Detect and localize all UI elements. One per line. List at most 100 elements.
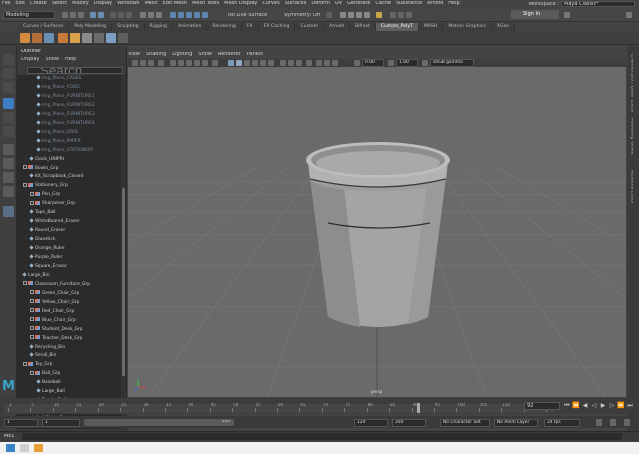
menu-help[interactable]: Help — [448, 1, 459, 6]
command-input[interactable] — [22, 433, 622, 440]
outliner-row[interactable]: Tape_Ball — [17, 209, 119, 217]
render-frame-icon[interactable] — [340, 12, 346, 18]
outliner-row[interactable]: Gluestick — [17, 236, 119, 244]
outliner-row[interactable]: Student_Desk_Grp — [17, 326, 119, 334]
outliner-row[interactable]: Stationery_Grp — [17, 182, 119, 190]
ipr-render-icon[interactable] — [348, 12, 354, 18]
menu-cache[interactable]: Cache — [375, 1, 391, 6]
move-tool-icon[interactable] — [3, 98, 14, 109]
outliner-row[interactable]: Classroom_Furniture_Grp — [17, 281, 119, 289]
wireframe-icon[interactable] — [228, 60, 234, 66]
outliner-menu-show[interactable]: Show — [45, 57, 59, 62]
shelf-tab-sculpting[interactable]: Sculpting — [112, 23, 145, 31]
wireframe-on-shaded-icon[interactable] — [244, 60, 250, 66]
shelf-bevel-icon[interactable] — [94, 33, 104, 43]
animation-start-field[interactable]: 1 — [4, 419, 38, 427]
expand-toggle-icon[interactable] — [30, 299, 34, 304]
outliner-row[interactable]: Books_Grp — [17, 165, 119, 173]
outliner-row[interactable]: Clock_UNIPRI — [17, 155, 119, 164]
shelf-cylinder-icon[interactable] — [44, 33, 54, 43]
shelf-tab-custom-polyt[interactable]: Custom_PolyT — [375, 23, 419, 31]
exposure-field[interactable]: 0.00 — [362, 59, 384, 67]
tab-attribute-editor[interactable]: Attribute Editor — [629, 170, 633, 204]
toggle-panel-icon[interactable] — [390, 12, 396, 18]
menu-mesh[interactable]: Mesh — [144, 1, 157, 6]
menu-uv[interactable]: UV — [335, 1, 342, 6]
menu-windows[interactable]: Windows — [117, 1, 139, 6]
menu-substance[interactable]: Substance — [396, 1, 422, 6]
sign-in-button[interactable]: Sign In — [511, 10, 559, 19]
expand-toggle-icon[interactable] — [30, 370, 34, 375]
layout-custom-icon[interactable] — [3, 206, 14, 217]
anti-aliasing-icon[interactable] — [296, 60, 302, 66]
settings-icon[interactable] — [626, 12, 632, 18]
go-to-start-icon[interactable]: ⏮ — [563, 402, 571, 410]
textured-icon[interactable] — [252, 60, 258, 66]
outliner-row[interactable]: Img_Plane_FOOD — [17, 84, 119, 92]
outliner-row[interactable]: Pen_Grp — [17, 191, 119, 199]
arnold-render-icon[interactable] — [376, 12, 382, 18]
safe-action-icon[interactable] — [212, 60, 218, 66]
shelf-tab-custom[interactable]: Custom — [295, 23, 325, 31]
outliner-row[interactable]: Square_Eraser — [17, 263, 119, 271]
shelf-tab-poly-modeling[interactable]: Poly Modeling — [69, 23, 113, 31]
shelf-bridge-icon[interactable] — [106, 33, 116, 43]
camera-select-icon[interactable] — [132, 60, 138, 66]
history-icon[interactable] — [326, 12, 332, 18]
snap-point-icon[interactable] — [186, 12, 192, 18]
outliner-search-input[interactable] — [27, 67, 123, 74]
backface-culling-icon[interactable] — [332, 60, 338, 66]
viewport-3d[interactable]: persp — [128, 67, 626, 397]
grid-toggle-icon[interactable] — [170, 60, 176, 66]
expand-toggle-icon[interactable] — [30, 290, 34, 295]
shadows-icon[interactable] — [268, 60, 274, 66]
menu-file[interactable]: File — [2, 1, 10, 6]
expand-toggle-icon[interactable] — [30, 317, 34, 322]
color-management-icon[interactable] — [422, 60, 428, 66]
menu-mesh-display[interactable]: Mesh Display — [224, 1, 257, 6]
expand-toggle-icon[interactable] — [23, 182, 27, 187]
outliner-row[interactable]: Img_Plane_STATIONERY — [17, 146, 119, 155]
panel-menu-lighting[interactable]: Lighting — [172, 52, 192, 57]
animation-end-field[interactable]: 200 — [392, 419, 426, 427]
tab-modelling-toolkit[interactable]: Modelling Toolkit — [629, 118, 633, 155]
time-slider-track[interactable]: 1 5 10 15 20 25 30 35 40 45 50 55 60 65 70 75 80 85 90 95 10… — [4, 403, 555, 413]
step-back-icon[interactable]: ⏪ — [572, 402, 580, 410]
app-home-icon[interactable] — [564, 12, 570, 18]
menu-modify[interactable]: Modify — [72, 1, 89, 6]
anim-layer-dropdown[interactable]: No Anim Layer — [494, 419, 538, 427]
play-forward-icon[interactable]: ▶ — [599, 402, 607, 410]
auto-key-icon[interactable] — [596, 419, 602, 426]
shelf-extrude-icon[interactable] — [82, 33, 92, 43]
shelf-tab-xgen[interactable]: XGen — [491, 23, 516, 31]
save-scene-icon[interactable] — [78, 12, 84, 18]
shelf-cube-alt-icon[interactable] — [58, 33, 68, 43]
view-transform-dropdown[interactable]: sRGB gamma — [430, 59, 474, 67]
workspace-dropdown[interactable]: Maya Classic* — [561, 1, 635, 7]
shelf-tab-fx[interactable]: FX — [241, 23, 259, 31]
layout-outliner-icon[interactable] — [3, 186, 14, 197]
menu-set-dropdown[interactable]: Modeling — [3, 11, 55, 19]
shelf-tab-rigging[interactable]: Rigging — [144, 23, 173, 31]
outliner-row[interactable]: Teacher_Desk_Grp — [17, 335, 119, 343]
tab-channel-box[interactable]: Channel Box / Layer Editor — [629, 54, 633, 112]
shelf-loop-icon[interactable] — [118, 33, 128, 43]
outliner-row[interactable]: Recycling_Bin — [17, 343, 119, 352]
taskbar-app-icon[interactable] — [34, 444, 43, 452]
xray-icon[interactable] — [316, 60, 322, 66]
expand-toggle-icon[interactable] — [30, 191, 34, 196]
outliner-row[interactable]: Ball_Grp — [17, 370, 119, 378]
current-frame-field[interactable]: 92 — [524, 402, 560, 410]
layout-four-icon[interactable] — [3, 158, 14, 169]
expand-toggle-icon[interactable] — [23, 281, 27, 286]
step-forward-frame-icon[interactable]: ▷ — [608, 402, 616, 410]
expand-toggle-icon[interactable] — [23, 165, 27, 169]
audio-icon[interactable] — [624, 419, 630, 426]
ambient-occlusion-icon[interactable] — [280, 60, 286, 66]
smooth-shade-icon[interactable] — [236, 60, 242, 66]
resolution-gate-icon[interactable] — [186, 60, 192, 66]
select-object-icon[interactable] — [118, 12, 124, 18]
shelf-tab-fx-caching[interactable]: FX Caching — [258, 23, 296, 31]
redo-icon[interactable] — [98, 12, 104, 18]
gamma-field[interactable]: 1.00 — [396, 59, 418, 67]
